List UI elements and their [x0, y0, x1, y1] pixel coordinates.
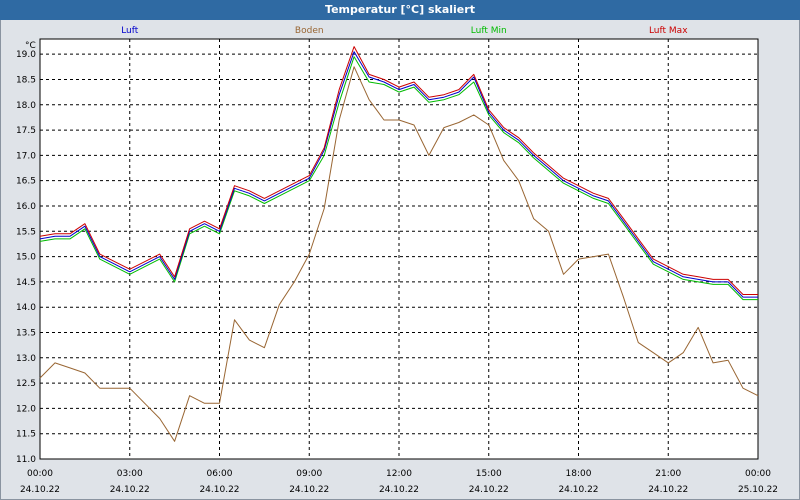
legend-entry: Luft Max — [649, 26, 688, 36]
legend: Luft Boden Luft Min Luft Max — [121, 26, 688, 36]
x-tick-date: 24.10.22 — [648, 485, 688, 495]
y-tick-label: 15.0 — [16, 253, 36, 263]
y-tick-label: 16.5 — [16, 177, 36, 187]
x-tick-time: 21:00 — [655, 469, 681, 479]
x-tick-date: 25.10.22 — [738, 485, 778, 495]
y-tick-label: 17.5 — [16, 126, 36, 136]
x-tick-time: 09:00 — [296, 469, 322, 479]
x-tick-time: 00:00 — [745, 469, 771, 479]
x-tick-date: 24.10.22 — [20, 485, 60, 495]
y-tick-label: 18.5 — [16, 75, 36, 85]
y-tick-label: 13.0 — [16, 354, 36, 364]
y-tick-label: 14.5 — [16, 278, 36, 288]
y-tick-label: 14.0 — [16, 303, 36, 313]
y-tick-label: 12.0 — [16, 404, 36, 414]
x-tick-time: 03:00 — [117, 469, 143, 479]
y-tick-label: 11.0 — [16, 455, 36, 465]
y-tick-label: 17.0 — [16, 151, 36, 161]
legend-entry: Luft — [121, 26, 139, 36]
x-tick-date: 24.10.22 — [379, 485, 419, 495]
y-axis-ticks: 11.0 11.5 12.0 12.5 13.0 13.5 14.0 14.5 15.0 15.5… — [16, 50, 36, 465]
y-tick-label: 15.5 — [16, 227, 36, 237]
y-tick-label: 11.5 — [16, 430, 36, 440]
x-tick-date: 24.10.22 — [199, 485, 239, 495]
x-tick-time: 06:00 — [207, 469, 233, 479]
legend-entry: Boden — [295, 26, 324, 36]
y-tick-label: 18.0 — [16, 101, 36, 111]
x-tick-date: 24.10.22 — [469, 485, 509, 495]
temperature-chart: °C 11.011.512.012.513.013.514.014.515.01… — [16, 26, 778, 495]
x-tick-date: 24.10.22 — [110, 485, 150, 495]
y-tick-label: 16.0 — [16, 202, 36, 212]
legend-entry: Luft Min — [471, 26, 507, 36]
x-tick-time: 00:00 — [27, 469, 53, 479]
x-tick-time: 12:00 — [386, 469, 412, 479]
x-tick-time: 15:00 — [476, 469, 502, 479]
x-tick-date: 24.10.22 — [558, 485, 598, 495]
x-axis-ticks: 00:00 24.10.22 03:00 24.10.22 06:00 24.10.22 0… — [20, 469, 778, 495]
y-tick-label: 19.0 — [16, 50, 36, 60]
y-tick-label: 13.5 — [16, 328, 36, 338]
x-tick-time: 18:00 — [566, 469, 592, 479]
y-tick-label: 12.5 — [16, 379, 36, 389]
x-tick-date: 24.10.22 — [289, 485, 329, 495]
